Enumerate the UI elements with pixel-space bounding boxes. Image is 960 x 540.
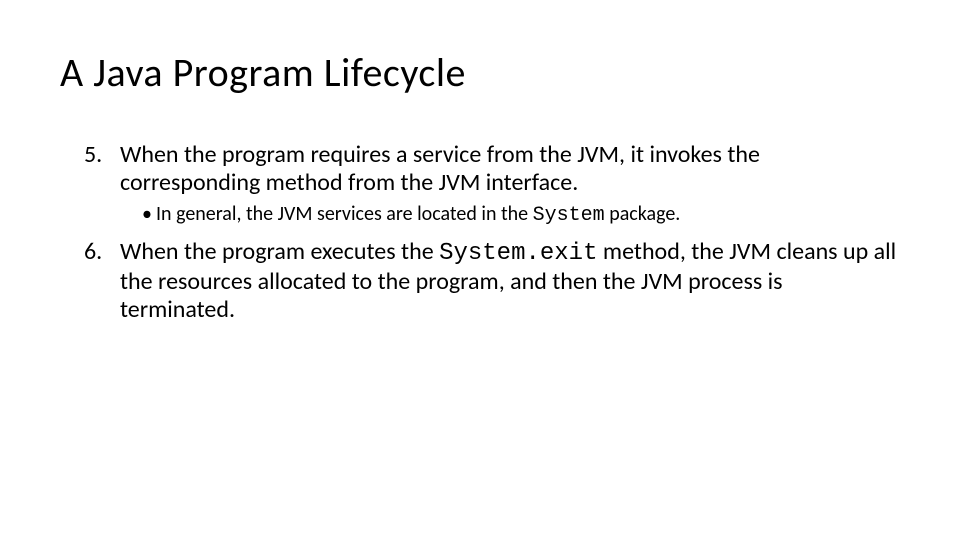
list-item: 6. When the program executes the System.… [84, 238, 900, 325]
content-list: 5. When the program requires a service f… [60, 141, 900, 325]
list-text: When the program requires a service from… [120, 140, 760, 197]
list-text-before: When the program executes the [120, 237, 439, 266]
code-text: System.exit [439, 240, 597, 267]
slide-title: A Java Program Lifecycle [60, 48, 900, 97]
sub-list-item: In general, the JVM services are located… [142, 202, 900, 228]
list-number: 6. [84, 238, 102, 266]
list-item: 5. When the program requires a service f… [84, 141, 900, 228]
list-number: 5. [84, 141, 102, 169]
sub-text-prefix: In general, the JVM services are located… [156, 202, 533, 226]
slide: A Java Program Lifecycle 5. When the pro… [0, 0, 960, 540]
code-text: System [533, 204, 605, 227]
sub-list: In general, the JVM services are located… [120, 202, 900, 228]
sub-text-suffix: package. [605, 202, 681, 226]
